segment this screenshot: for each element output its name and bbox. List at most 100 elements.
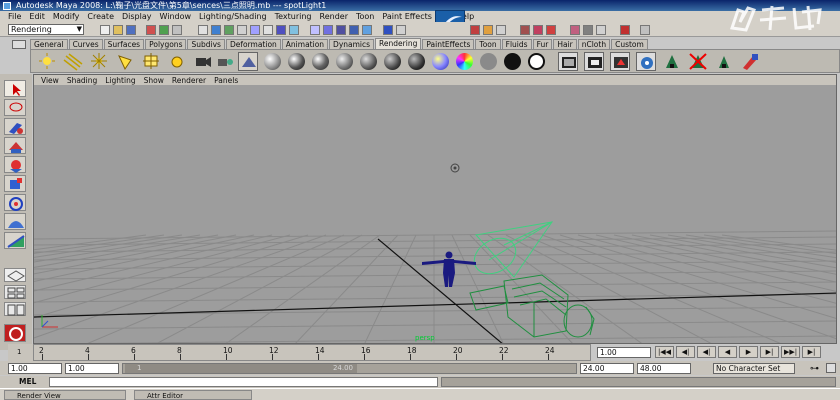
rotate-tool-icon[interactable] — [4, 156, 26, 173]
step-back-frame-button[interactable]: ◀| — [697, 346, 716, 358]
menu-file[interactable]: File — [4, 12, 25, 21]
play-forwards-button[interactable]: ▶ — [739, 346, 758, 358]
help-icon[interactable] — [640, 25, 650, 35]
menu-set-select[interactable]: Rendering ▼ — [8, 24, 84, 35]
menu-edit[interactable]: Edit — [25, 12, 49, 21]
viewport-panel[interactable]: View Shading Lighting Show Renderer Pane… — [33, 74, 837, 344]
delete-render-icon[interactable] — [688, 52, 708, 71]
menu-window[interactable]: Window — [156, 12, 196, 21]
use-background-icon[interactable] — [480, 53, 497, 70]
menu-render[interactable]: Render — [316, 12, 352, 21]
mask-joints-icon[interactable] — [211, 25, 221, 35]
ipr-render-shelf-icon[interactable] — [610, 52, 630, 71]
snap-point-icon[interactable] — [336, 25, 346, 35]
snap-curve-icon[interactable] — [323, 25, 333, 35]
show-hide-icon[interactable] — [570, 25, 580, 35]
tab-painteffects[interactable]: PaintEffects — [422, 39, 475, 49]
step-back-key-button[interactable]: ◀| — [676, 346, 695, 358]
scale-tool-icon[interactable] — [4, 175, 26, 192]
maya-logo-icon[interactable] — [4, 324, 26, 342]
select-component-icon[interactable] — [172, 25, 182, 35]
tab-fluids[interactable]: Fluids — [501, 39, 532, 49]
viewport-menu-view[interactable]: View — [37, 76, 63, 85]
time-slider[interactable]: 2 4 6 8 10 12 14 16 18 20 22 24 — [33, 344, 591, 361]
menu-modify[interactable]: Modify — [49, 12, 84, 21]
lambert-material-icon[interactable] — [264, 53, 281, 70]
area-light-icon[interactable] — [141, 52, 161, 71]
key-icon[interactable]: ⊶ — [810, 364, 819, 374]
paint-render-icon[interactable] — [740, 52, 760, 71]
menu-paint-effects[interactable]: Paint Effects — [378, 12, 436, 21]
paint-select-tool-icon[interactable] — [4, 118, 26, 135]
mask-misc-icon[interactable] — [289, 25, 299, 35]
ipr-render-icon[interactable] — [483, 25, 493, 35]
mask-rendering-icon[interactable] — [276, 25, 286, 35]
mask-handles-icon[interactable] — [198, 25, 208, 35]
start-time-field[interactable]: 1.00 — [8, 363, 62, 374]
viewport-menu-renderer[interactable]: Renderer — [168, 76, 210, 85]
step-forward-key-button[interactable]: ▶▶| — [781, 346, 800, 358]
select-hierarchy-icon[interactable] — [146, 25, 156, 35]
new-scene-icon[interactable] — [100, 25, 110, 35]
camera-create-icon[interactable] — [193, 52, 213, 71]
phong-material-icon[interactable] — [312, 53, 329, 70]
select-tool-icon[interactable] — [4, 80, 26, 97]
input-ops-icon[interactable] — [396, 25, 406, 35]
menu-create[interactable]: Create — [83, 12, 118, 21]
mask-surfaces-icon[interactable] — [237, 25, 247, 35]
four-pane-layout-icon[interactable] — [4, 285, 26, 299]
mel-input[interactable] — [49, 377, 438, 387]
surface-shader-icon[interactable] — [432, 53, 449, 70]
tab-subdivs[interactable]: Subdivs — [187, 39, 225, 49]
tab-toon[interactable]: Toon — [475, 39, 501, 49]
tab-general[interactable]: General — [30, 39, 68, 49]
batch-render-icon[interactable] — [636, 52, 656, 71]
anisotropic-material-icon[interactable] — [360, 53, 377, 70]
viewport-menu-show[interactable]: Show — [140, 76, 168, 85]
tab-deformation[interactable]: Deformation — [225, 39, 281, 49]
scene-view[interactable] — [34, 85, 837, 344]
ramp-shader-icon[interactable] — [408, 53, 425, 70]
menu-texturing[interactable]: Texturing — [271, 12, 316, 21]
phonge-material-icon[interactable] — [336, 53, 353, 70]
menu-lighting-shading[interactable]: Lighting/Shading — [195, 12, 271, 21]
soft-mod-tool-icon[interactable] — [4, 213, 26, 230]
light-linking-icon[interactable] — [714, 52, 734, 71]
tab-fur[interactable]: Fur — [532, 39, 553, 49]
snap-live-icon[interactable] — [362, 25, 372, 35]
history-icon[interactable] — [383, 25, 393, 35]
tab-curves[interactable]: Curves — [68, 39, 103, 49]
mask-curves-icon[interactable] — [224, 25, 234, 35]
render-view-icon[interactable] — [558, 52, 578, 71]
playback-start-field[interactable]: 1.00 — [65, 363, 119, 374]
layered-texture-icon[interactable] — [528, 53, 545, 70]
save-scene-icon[interactable] — [126, 25, 136, 35]
spot-light-icon[interactable] — [115, 52, 135, 71]
select-object-icon[interactable] — [159, 25, 169, 35]
shelf-menu-arrow[interactable] — [12, 40, 26, 49]
tab-dynamics[interactable]: Dynamics — [329, 39, 375, 49]
ramp-texture-icon[interactable] — [456, 53, 473, 70]
point-light-icon[interactable] — [89, 52, 109, 71]
spot-light-icon[interactable] — [468, 221, 554, 281]
camera-aim-icon[interactable] — [215, 52, 235, 71]
render-settings-icon[interactable] — [496, 25, 506, 35]
mel-label[interactable]: MEL — [19, 377, 36, 386]
step-forward-frame-button[interactable]: ▶| — [760, 346, 779, 358]
render-frame-icon[interactable] — [470, 25, 480, 35]
viewport-menu-lighting[interactable]: Lighting — [101, 76, 139, 85]
menu-toon[interactable]: Toon — [352, 12, 378, 21]
single-pane-layout-icon[interactable] — [4, 268, 26, 282]
layered-shader-icon[interactable] — [384, 53, 401, 70]
tab-animation[interactable]: Animation — [281, 39, 329, 49]
task-render-view[interactable]: Render View — [4, 390, 126, 400]
tool-settings-icon[interactable] — [546, 25, 556, 35]
tab-rendering[interactable]: Rendering — [375, 38, 422, 49]
go-to-end-button[interactable]: ▶| — [802, 346, 821, 358]
last-tool-icon[interactable] — [4, 232, 26, 249]
tab-polygons[interactable]: Polygons — [145, 39, 187, 49]
task-attr-editor[interactable]: Attr Editor — [134, 390, 252, 400]
viewport-menu-shading[interactable]: Shading — [63, 76, 101, 85]
go-to-start-button[interactable]: |◀◀ — [655, 346, 674, 358]
current-frame-field[interactable]: 1.00 — [597, 347, 651, 358]
